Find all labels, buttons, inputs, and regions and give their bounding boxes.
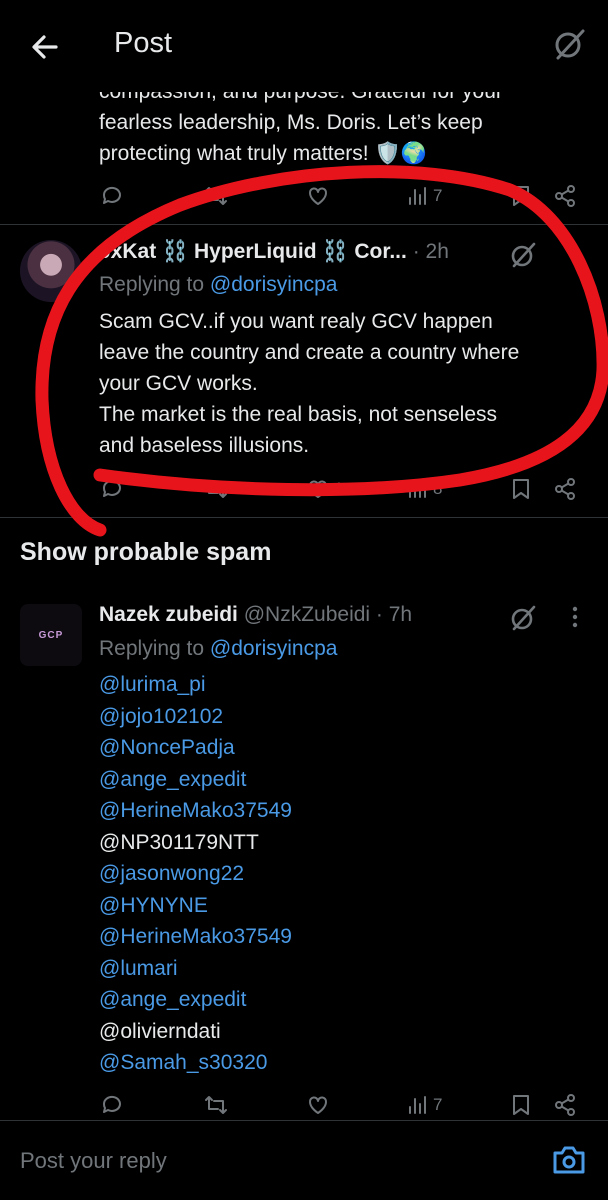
reply2-author[interactable]: Nazek zubeidi @NzkZubeidi · 7h: [99, 603, 412, 627]
camera-icon[interactable]: [552, 1144, 586, 1181]
like-icon: [309, 187, 327, 205]
mention-item: @NP301179NTT: [99, 830, 259, 854]
reply-button[interactable]: [100, 1093, 124, 1117]
page-title: Post: [114, 27, 173, 59]
views-button[interactable]: 8: [407, 477, 442, 501]
mention-list: @lurima_pi @jojo102102 @NoncePadja @ange_ex…: [99, 669, 292, 1079]
reply-button[interactable]: [100, 477, 124, 501]
reply-icon: [102, 1095, 121, 1113]
top-bar: Post: [0, 0, 608, 92]
share-icon: [555, 185, 575, 207]
like-button[interactable]: 1: [306, 477, 343, 501]
avatar[interactable]: GCP: [20, 604, 82, 666]
share-button[interactable]: [553, 1093, 577, 1117]
retweet-count: 1: [233, 479, 243, 498]
mention-item[interactable]: @HerineMako37549: [99, 795, 292, 827]
reply1-author[interactable]: 0xKat ⛓️ HyperLiquid ⛓️ Cor... · 2h: [99, 240, 449, 264]
grok-icon[interactable]: [508, 603, 538, 638]
top-post-line: fearless leadership, Ms. Doris. Let’s ke…: [99, 111, 483, 134]
reply-icon: [102, 186, 121, 204]
bookmark-button[interactable]: [510, 477, 532, 501]
share-button[interactable]: [553, 477, 577, 501]
bookmark-icon: [513, 186, 529, 206]
reply-input[interactable]: Post your reply: [20, 1148, 167, 1174]
like-button[interactable]: [306, 184, 330, 208]
mention-item[interactable]: @ange_expedit: [99, 984, 292, 1016]
mention-item[interactable]: @jasonwong22: [99, 858, 292, 890]
views-icon: [409, 480, 426, 498]
retweet-button[interactable]: [203, 1093, 229, 1117]
mention-item[interactable]: @lurima_pi: [99, 669, 292, 701]
mention-item[interactable]: @HYNYNE: [99, 890, 292, 922]
timestamp: · 2h: [412, 240, 449, 263]
retweet-icon: [205, 187, 227, 205]
avatar[interactable]: [20, 240, 82, 302]
mention-item: @olivierndati: [99, 1019, 221, 1043]
reply1-line: and baseless illusions.: [99, 434, 310, 457]
views-icon: [409, 1096, 426, 1114]
mention-item[interactable]: @jojo102102: [99, 701, 292, 733]
top-post-line: protecting what truly matters! 🛡️🌍: [99, 142, 427, 165]
bookmark-icon: [513, 479, 529, 499]
views-count: 7: [433, 186, 443, 205]
show-probable-spam[interactable]: Show probable spam: [20, 538, 271, 567]
views-button[interactable]: 7: [407, 1093, 442, 1117]
like-button[interactable]: [306, 1093, 330, 1117]
divider: [0, 1120, 608, 1121]
reply1-line: Scam GCV..if you want realy GCV happen: [99, 310, 493, 333]
replying-handle[interactable]: @dorisyincpa: [210, 273, 338, 296]
divider: [0, 224, 608, 225]
replying-to: Replying to @dorisyincpa: [99, 271, 337, 299]
replying-label: Replying to: [99, 637, 205, 660]
back-arrow-icon[interactable]: [28, 30, 62, 64]
replying-handle[interactable]: @dorisyincpa: [210, 637, 338, 660]
share-icon: [555, 478, 575, 500]
mention-item[interactable]: @ange_expedit: [99, 764, 292, 796]
retweet-button[interactable]: [203, 184, 229, 208]
user-handle[interactable]: @NzkZubeidi: [244, 603, 370, 626]
like-icon: [309, 480, 327, 498]
views-count: 7: [433, 1095, 443, 1114]
share-icon: [555, 1094, 575, 1116]
reply1-line: The market is the real basis, not sensel…: [99, 403, 498, 426]
retweet-button[interactable]: 1: [203, 477, 242, 501]
reply-icon: [102, 479, 121, 497]
views-button[interactable]: 7: [407, 184, 442, 208]
display-name[interactable]: 0xKat ⛓️ HyperLiquid ⛓️ Cor...: [99, 240, 407, 263]
views-count: 8: [433, 479, 443, 498]
divider: [0, 517, 608, 518]
mention-item[interactable]: @lumari: [99, 953, 292, 985]
mention-item[interactable]: @NoncePadja: [99, 732, 292, 764]
bookmark-button[interactable]: [510, 184, 532, 208]
views-icon: [409, 187, 426, 205]
reply1-line: leave the country and create a country w…: [99, 341, 520, 364]
timestamp: · 7h: [375, 603, 413, 626]
replying-to: Replying to @dorisyincpa: [99, 635, 337, 663]
reply-composer-bar: Post your reply: [0, 1120, 608, 1200]
like-icon: [309, 1096, 327, 1114]
retweet-icon: [205, 1096, 227, 1114]
mention-item[interactable]: @Samah_s30320: [99, 1047, 292, 1079]
like-count: 1: [334, 479, 344, 498]
mention-item[interactable]: @HerineMako37549: [99, 921, 292, 953]
reply1-body: Scam GCV..if you want realy GCV happen l…: [99, 306, 599, 461]
retweet-icon: [205, 480, 227, 498]
reply1-line: your GCV works.: [99, 372, 258, 395]
grok-icon[interactable]: [508, 240, 538, 275]
replying-label: Replying to: [99, 273, 205, 296]
avatar-logo-text: GCP: [38, 629, 64, 641]
red-circle-annotation: [35, 165, 608, 537]
bookmark-icon: [513, 1095, 529, 1115]
reply-button[interactable]: [100, 184, 124, 208]
more-icon[interactable]: [568, 242, 582, 271]
share-button[interactable]: [553, 184, 577, 208]
display-name[interactable]: Nazek zubeidi: [99, 603, 238, 626]
grok-icon[interactable]: [550, 25, 588, 63]
more-icon[interactable]: [568, 605, 582, 634]
bookmark-button[interactable]: [510, 1093, 532, 1117]
